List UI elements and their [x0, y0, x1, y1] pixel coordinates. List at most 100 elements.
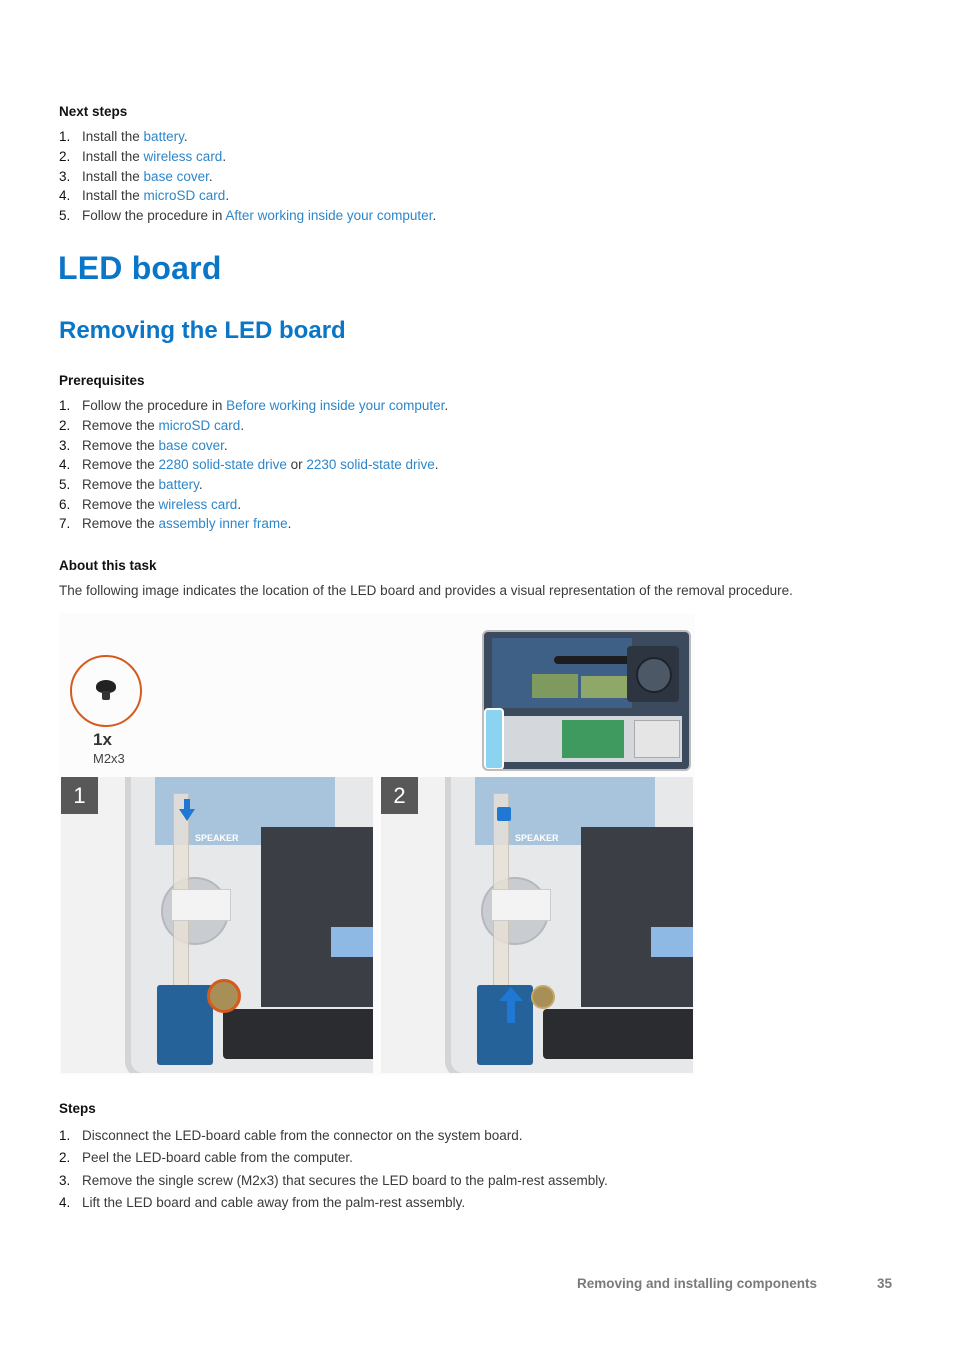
list-item: 5. Remove the battery. [59, 475, 448, 495]
step-panel-2: SPEAKER 2 [381, 777, 693, 1073]
step-panel-1: SPEAKER 1 [61, 777, 373, 1073]
cable-label [171, 889, 231, 921]
link-wireless-card[interactable]: wireless card [144, 149, 223, 164]
list-item: 3. Install the base cover. [59, 166, 436, 186]
item-text: Remove the [82, 516, 159, 532]
list-item: 2. Peel the LED-board cable from the comp… [59, 1147, 608, 1170]
list-item: 1. Disconnect the LED-board cable from th… [59, 1124, 608, 1147]
fan [627, 646, 679, 702]
prerequisites-list: 1. Follow the procedure in Before working… [59, 396, 448, 534]
screw-size: M2x3 [93, 751, 125, 766]
memory-module [581, 676, 627, 698]
section-title: LED board [58, 250, 222, 286]
about-text: The following image indicates the locati… [59, 583, 793, 598]
link-after-working[interactable]: After working inside your computer [225, 208, 432, 223]
item-suffix: . [208, 168, 213, 184]
item-number: 4. [59, 188, 71, 204]
item-number: 7. [59, 516, 71, 532]
item-suffix: . [240, 418, 245, 434]
link-microsd-card[interactable]: microSD card [144, 188, 226, 203]
item-suffix: . [222, 149, 227, 165]
footer-section-title: Removing and installing components [577, 1276, 818, 1291]
link-microsd-card[interactable]: microSD card [159, 418, 241, 433]
pull-tab [497, 807, 511, 821]
screw-shaft [102, 691, 110, 700]
speaker-label: SPEAKER [515, 833, 559, 843]
item-suffix: . [237, 496, 242, 512]
card-reader [634, 720, 680, 758]
chassis-corner: SPEAKER [445, 777, 693, 1073]
laptop-overview-image [482, 630, 691, 771]
item-suffix: . [444, 398, 449, 414]
steps-list: 1. Disconnect the LED-board cable from th… [59, 1124, 608, 1214]
prerequisites-heading: Prerequisites [59, 373, 145, 388]
link-wireless-card[interactable]: wireless card [159, 497, 238, 512]
link-2230-ssd[interactable]: 2230 solid-state drive [306, 457, 434, 472]
removal-illustration: 1x M2x3 SPEAKER 1 SPEAKER 2 [59, 613, 695, 1075]
chassis-corner: SPEAKER [125, 777, 373, 1073]
item-text: Remove the [82, 496, 159, 512]
item-text: Lift the LED board and cable away from t… [82, 1195, 466, 1211]
list-item: 1. Follow the procedure in Before working… [59, 396, 448, 416]
item-number: 1. [59, 1127, 71, 1143]
next-steps-list: 1. Install the battery. 2. Install the wir… [59, 127, 436, 225]
item-text: Disconnect the LED-board cable from the … [82, 1127, 523, 1143]
item-text: Peel the LED-board cable from the comput… [82, 1150, 353, 1166]
link-before-working[interactable]: Before working inside your computer [226, 398, 444, 413]
shield [581, 827, 693, 1007]
list-item: 3. Remove the single screw (M2x3) that se… [59, 1169, 608, 1192]
item-suffix: . [287, 516, 292, 532]
arrow-down-icon [179, 809, 195, 821]
link-base-cover[interactable]: base cover [159, 438, 224, 453]
item-suffix: . [183, 129, 188, 145]
item-text: Remove the [82, 477, 159, 493]
item-number: 1. [59, 398, 71, 414]
item-suffix: . [225, 188, 230, 204]
item-text: Remove the [82, 437, 159, 453]
item-number: 2. [59, 418, 71, 434]
list-item: 3. Remove the base cover. [59, 435, 448, 455]
list-item: 4. Remove the 2280 solid-state drive or 2… [59, 455, 448, 475]
step-number-badge: 2 [381, 777, 418, 814]
touchpad-board [562, 720, 624, 758]
item-number: 3. [59, 1172, 71, 1188]
list-item: 6. Remove the wireless card. [59, 494, 448, 514]
item-text-or: or [286, 457, 307, 473]
memory-module [532, 674, 578, 698]
item-text: Follow the procedure in [82, 398, 227, 414]
cable [331, 927, 373, 957]
item-text: Follow the procedure in [82, 208, 226, 224]
arrow-up-icon [499, 987, 523, 1001]
item-number: 3. [59, 168, 71, 184]
about-heading: About this task [59, 558, 157, 573]
item-text: Install the [82, 188, 144, 204]
item-suffix: . [434, 457, 439, 473]
speaker [223, 1009, 373, 1059]
list-item: 4. Lift the LED board and cable away from… [59, 1192, 608, 1215]
item-text: Remove the [82, 418, 159, 434]
link-2280-ssd[interactable]: 2280 solid-state drive [159, 457, 287, 472]
link-base-cover[interactable]: base cover [144, 169, 209, 184]
page-number: 35 [877, 1276, 893, 1291]
list-item: 5. Follow the procedure in After working … [59, 206, 436, 226]
screw-hole [531, 985, 555, 1009]
fan-rotor [636, 657, 672, 693]
item-number: 3. [59, 437, 71, 453]
list-item: 2. Remove the microSD card. [59, 416, 448, 436]
item-suffix: . [198, 477, 203, 493]
item-text: Install the [82, 129, 144, 145]
subsection-title: Removing the LED board [59, 317, 346, 344]
item-number: 2. [59, 1150, 71, 1166]
steps-heading: Steps [59, 1101, 96, 1116]
link-battery[interactable]: battery [159, 477, 199, 492]
speaker [543, 1009, 693, 1059]
screw-quantity: 1x [93, 730, 112, 749]
item-text: Remove the [82, 457, 159, 473]
link-battery[interactable]: battery [144, 129, 184, 144]
led-board [157, 985, 213, 1065]
link-assembly-inner-frame[interactable]: assembly inner frame [159, 516, 288, 531]
cable-label [491, 889, 551, 921]
item-text: Install the [82, 168, 144, 184]
item-number: 5. [59, 477, 71, 493]
list-item: 4. Install the microSD card. [59, 186, 436, 206]
